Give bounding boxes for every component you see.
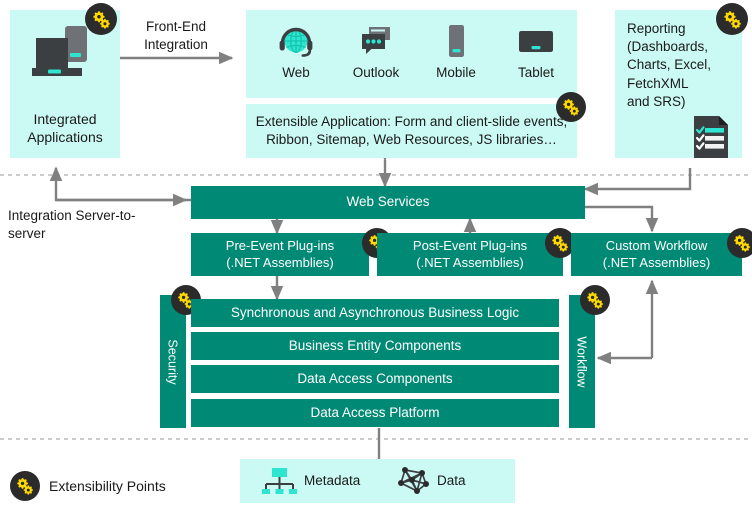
integrated-applications-label-line1: Integrated bbox=[33, 111, 97, 127]
node-graph-icon bbox=[398, 467, 429, 494]
storage-item-metadata[interactable]: Metadata bbox=[260, 463, 390, 499]
globe-headset-icon bbox=[279, 27, 313, 57]
client-item-outlook[interactable]: Outlook bbox=[338, 22, 414, 80]
client-item-web[interactable]: Web bbox=[258, 22, 334, 80]
post-event-plugins-line1: Post-Event Plug-ins bbox=[412, 238, 528, 254]
phone-icon bbox=[449, 25, 464, 57]
pre-event-plugins-box[interactable]: Pre-Event Plug-ins (.NET Assemblies) bbox=[191, 233, 369, 276]
post-event-plugins-line2: (.NET Assemblies) bbox=[416, 254, 524, 270]
extensibility-gear-badge[interactable] bbox=[727, 228, 752, 258]
front-end-integration-label: Front-End Integration bbox=[120, 18, 232, 53]
tablet-icon bbox=[519, 31, 553, 52]
extensibility-gear-badge[interactable] bbox=[580, 285, 610, 315]
workflow-bar[interactable]: Workflow bbox=[569, 295, 595, 428]
post-event-plugins-box[interactable]: Post-Event Plug-ins (.NET Assemblies) bbox=[377, 233, 563, 276]
core-layer-label: Business Entity Components bbox=[288, 337, 462, 353]
core-layer-business-logic[interactable]: Synchronous and Asynchronous Business Lo… bbox=[191, 299, 559, 327]
extensibility-gear-badge[interactable] bbox=[716, 3, 748, 35]
core-layer-label: Synchronous and Asynchronous Business Lo… bbox=[230, 304, 520, 320]
integration-server-line2: server bbox=[8, 225, 46, 241]
hierarchy-icon bbox=[262, 468, 297, 494]
integration-server-label: Integration Server-to- server bbox=[8, 207, 178, 242]
gears-icon bbox=[17, 478, 33, 495]
integrated-applications-label: Integrated Applications bbox=[10, 110, 120, 147]
reporting-line-2: (Dashboards, bbox=[627, 39, 709, 55]
web-services-box[interactable]: Web Services bbox=[191, 186, 585, 219]
extensibility-gear-badge bbox=[10, 471, 40, 501]
client-label-web: Web bbox=[282, 65, 310, 80]
reporting-line-5: and SRS) bbox=[627, 93, 686, 109]
gears-icon bbox=[723, 10, 741, 29]
client-item-mobile[interactable]: Mobile bbox=[418, 22, 494, 80]
client-label-outlook: Outlook bbox=[352, 65, 400, 80]
web-services-label: Web Services bbox=[346, 194, 430, 210]
core-layer-label: Data Access Components bbox=[297, 370, 453, 386]
front-end-integration-line2: Integration bbox=[144, 36, 208, 52]
reporting-line-3: Charts, Excel, bbox=[627, 57, 712, 73]
front-end-integration-line1: Front-End bbox=[145, 19, 207, 34]
chat-bubbles-icon bbox=[362, 27, 390, 54]
core-layer-label: Data Access Platform bbox=[310, 404, 440, 420]
core-layer-data-access-platform[interactable]: Data Access Platform bbox=[191, 399, 559, 427]
security-bar-label: Security bbox=[166, 338, 180, 385]
storage-panel: Metadata Data bbox=[240, 459, 515, 503]
pre-event-plugins-line1: Pre-Event Plug-ins bbox=[225, 238, 335, 254]
integrated-applications-label-line2: Applications bbox=[27, 129, 103, 146]
storage-item-data[interactable]: Data bbox=[395, 463, 510, 499]
integration-server-line1: Integration Server-to- bbox=[8, 208, 136, 223]
security-bar[interactable]: Security bbox=[160, 295, 186, 428]
client-label-mobile: Mobile bbox=[436, 65, 476, 80]
client-label-tablet: Tablet bbox=[517, 65, 555, 80]
report-checklist-icon bbox=[694, 116, 728, 158]
gears-icon bbox=[92, 10, 110, 29]
architecture-diagram: Integrated Applications Front-End Integr… bbox=[0, 0, 752, 511]
custom-workflow-box[interactable]: Custom Workflow (.NET Assemblies) bbox=[571, 233, 742, 276]
extensible-application-line2: Ribbon, Sitemap, Web Resources, JS libra… bbox=[266, 132, 557, 147]
core-layer-entity-components[interactable]: Business Entity Components bbox=[191, 332, 559, 360]
gears-icon bbox=[587, 292, 603, 309]
extensible-application-panel[interactable]: Extensible Application: Form and client-… bbox=[246, 104, 577, 158]
custom-workflow-line1: Custom Workflow bbox=[605, 238, 708, 254]
clients-panel: Web Outlook Mobile Tablet bbox=[246, 10, 577, 98]
extensibility-gear-badge[interactable] bbox=[556, 92, 586, 122]
gears-icon bbox=[563, 99, 579, 116]
storage-label-metadata: Metadata bbox=[304, 473, 361, 489]
client-item-tablet[interactable]: Tablet bbox=[498, 22, 574, 80]
reporting-line-4: FetchXML bbox=[627, 75, 689, 91]
legend: Extensibility Points bbox=[10, 470, 210, 502]
storage-label-data: Data bbox=[437, 473, 466, 489]
custom-workflow-line2: (.NET Assemblies) bbox=[602, 254, 711, 270]
extensibility-gear-badge[interactable] bbox=[85, 3, 117, 35]
legend-label: Extensibility Points bbox=[49, 478, 166, 494]
gears-icon bbox=[552, 235, 568, 252]
extensible-application-line1: Extensible Application: Form and client-… bbox=[255, 113, 568, 129]
gears-icon bbox=[734, 235, 750, 252]
reporting-label: Reporting (Dashboards, Charts, Excel, Fe… bbox=[627, 20, 737, 111]
workflow-bar-label: Workflow bbox=[575, 335, 590, 388]
pre-event-plugins-line2: (.NET Assemblies) bbox=[226, 254, 334, 270]
core-layer-data-access-components[interactable]: Data Access Components bbox=[191, 365, 559, 393]
